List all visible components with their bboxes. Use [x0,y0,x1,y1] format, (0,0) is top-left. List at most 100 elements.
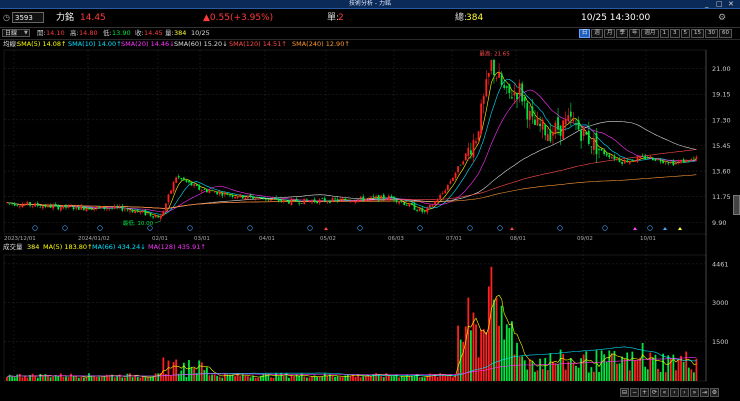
candle-body [131,210,134,213]
candle-body [44,204,47,207]
end-icon[interactable]: ⇥ [700,388,709,397]
prev-page-icon[interactable]: ⊟ [620,388,629,397]
candle-body [480,103,483,135]
sma10-line [6,78,697,215]
fast-forward-icon[interactable]: » [690,388,699,397]
candle-body [539,123,541,127]
volume-bar [103,376,106,381]
volume-bar [613,351,616,381]
candle-body [421,208,424,212]
volume-bar [121,377,124,381]
candle-body [477,131,480,140]
chart-scrollbar[interactable] [733,195,740,215]
volume-tick-label: 1500 [712,338,729,346]
sma20-line [6,89,697,213]
candle-body [75,205,78,209]
volume-bar [690,369,693,381]
candle-body [411,202,413,205]
volume-bar [500,305,503,381]
back-icon[interactable]: ‹ [670,388,679,397]
candle-body [654,159,657,161]
volume-bar [24,376,26,381]
volume-bar [234,376,237,381]
candle-body [595,132,598,155]
candle-body [521,83,524,102]
volume-bar [557,363,559,381]
volume-bar [569,358,572,381]
candle-body [482,96,485,104]
volume-bar [518,356,521,381]
candle-body [165,203,167,211]
candle-body [113,206,116,209]
candle-body [34,203,37,207]
date-tick-label: 2023/12/01 [4,236,36,242]
high-annotation: 最高: 21.65 [479,50,510,58]
candle-body [500,73,503,85]
candle-body [41,206,44,209]
volume-bar [539,358,541,381]
settings-icon[interactable]: ⚙ [710,388,719,397]
candle-body [49,205,52,208]
volume-bar [610,353,613,381]
candle-body [98,206,101,208]
candle-body [498,72,500,78]
forward-icon[interactable]: › [680,388,689,397]
volume-bar [175,359,178,381]
candle-body [298,202,301,204]
candle-body [441,193,444,194]
volume-bar [136,376,139,381]
event-marker-icon [187,225,193,231]
volume-bar [634,360,636,381]
event-marker-icon [307,225,313,231]
volume-bar [639,357,641,381]
volume-bar [426,375,429,381]
candle-body [57,204,60,210]
candle-body [672,160,675,166]
candle-body [277,199,280,201]
candle-body [282,199,285,203]
candle-body [341,198,344,201]
candle-body [405,205,408,206]
candle-body [352,201,354,202]
date-tick-label: 2024/01/02 [78,236,110,242]
volume-bar [516,342,518,381]
price-tick-label: 17.30 [712,116,731,124]
candle-body [431,205,434,207]
candle-body [495,77,498,79]
candle-body [587,130,590,144]
volume-bar [695,358,698,381]
volume-bar [257,377,260,381]
rewind-icon[interactable]: « [660,388,669,397]
zoom-in-icon[interactable]: + [640,388,649,397]
volume-bar [454,376,457,381]
volume-bar [531,360,534,381]
volume-bar [13,377,16,381]
candle-body [211,190,213,192]
volume-bar [154,373,157,381]
price-chart[interactable]: 21.00 19.15 17.30 15.45 13.60 11.75 9.90 4461 30… [0,0,740,401]
candle-body [323,198,326,202]
candle-body [70,205,72,207]
candle-body [300,203,303,204]
candle-body [152,216,154,218]
volume-bar [423,377,426,381]
candle-body [346,200,349,202]
candle-body [223,192,226,195]
candle-body [446,184,449,191]
candle-body [188,180,190,183]
candle-body [257,198,260,200]
candle-body [357,199,360,202]
volume-bar [346,374,349,381]
candle-body [262,198,265,200]
candle-body [549,129,552,142]
candle-body [454,172,457,178]
candle-body [572,119,575,122]
volume-bar [334,376,336,381]
candle-body [364,198,367,202]
volume-bar [641,342,644,381]
candle-body [295,198,298,202]
volume-bar [77,377,80,381]
zoom-out-icon[interactable]: − [630,388,639,397]
refresh-icon[interactable]: ⟳ [650,388,659,397]
volume-bar [98,376,101,381]
